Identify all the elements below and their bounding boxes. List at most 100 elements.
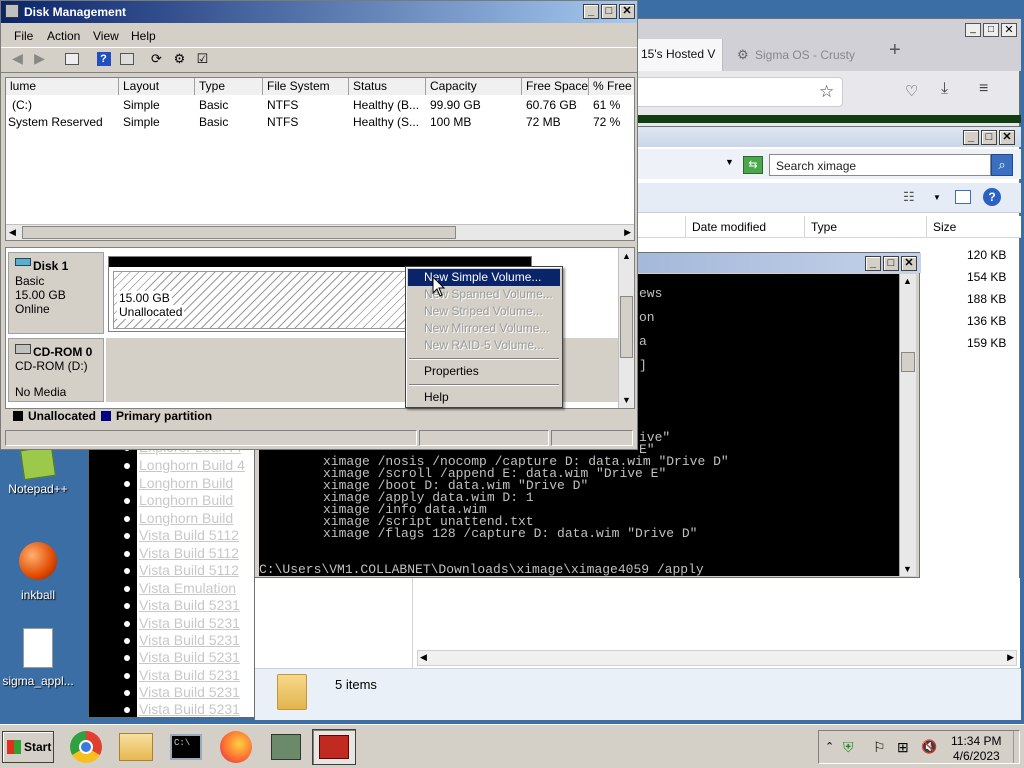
list-item[interactable]: Vista Build 5231 (124, 649, 240, 666)
list-item[interactable]: Vista Emulation (124, 580, 236, 597)
list-item[interactable]: Vista Build 5231 (124, 701, 240, 717)
clock-date[interactable]: 4/6/2023 (953, 749, 1000, 763)
desktop-icon-inkball[interactable]: inkball (0, 542, 78, 602)
scroll-up-icon[interactable]: ▲ (903, 276, 912, 286)
toolbox-taskbar-icon[interactable] (312, 729, 356, 765)
chrome-taskbar-icon[interactable] (64, 729, 108, 765)
column-header-type[interactable]: Type (195, 78, 263, 95)
flag-icon[interactable]: ⚐ (873, 739, 886, 756)
scroll-down-icon[interactable]: ▼ (622, 395, 631, 405)
cmd-taskbar-icon[interactable]: C:\ (164, 729, 208, 765)
menu-new-spanned-volume[interactable]: New Spanned Volume... (408, 286, 560, 303)
column-header-freespace[interactable]: Free Space (522, 78, 589, 95)
explorer-close-button[interactable]: ✕ (999, 130, 1015, 145)
column-header-volume[interactable]: lume (6, 78, 119, 95)
menu-action[interactable]: Action (47, 29, 80, 43)
menu-properties[interactable]: Properties (408, 363, 560, 380)
menu-new-raid5-volume[interactable]: New RAID-5 Volume... (408, 337, 560, 354)
explorer-min-button[interactable]: _ (963, 130, 979, 145)
scroll-left-icon[interactable]: ◀ (420, 652, 427, 663)
menu-help[interactable]: Help (408, 389, 560, 406)
column-header-filesystem[interactable]: File System (263, 78, 349, 95)
network-icon[interactable]: ⊞ (897, 739, 909, 756)
list-item[interactable]: Longhorn Build (124, 475, 233, 492)
download-icon[interactable]: ⤓ (941, 80, 948, 98)
menu-new-mirrored-volume[interactable]: New Mirrored Volume... (408, 320, 560, 337)
search-icon[interactable]: ⌕ (991, 154, 1013, 176)
view-icon[interactable]: ☷ (903, 189, 915, 205)
view-dropdown-icon[interactable]: ▼ (933, 193, 941, 202)
browser-tab-active[interactable]: 15's Hosted V (637, 39, 723, 71)
cmd-min-button[interactable]: _ (865, 256, 881, 271)
cdrom-label[interactable]: CD-ROM 0 CD-ROM (D:) No Media (8, 338, 104, 402)
file-explorer-taskbar-icon[interactable] (114, 729, 158, 765)
column-header-layout[interactable]: Layout (119, 78, 195, 95)
list-item[interactable]: Vista Build 5231 (124, 632, 240, 649)
menu-file[interactable]: File (14, 29, 33, 43)
list-item[interactable]: Vista Build 5112 (124, 562, 239, 579)
refresh-icon[interactable]: ⇆ (743, 156, 763, 174)
help-icon[interactable]: ? (95, 50, 112, 67)
bookmark-star-icon[interactable]: ☆ (819, 82, 834, 102)
dm-max-button[interactable]: □ (601, 4, 617, 19)
explorer-max-button[interactable]: □ (981, 130, 997, 145)
tray-expand-icon[interactable]: ⌃ (825, 740, 834, 753)
scroll-up-icon[interactable]: ▲ (622, 251, 631, 261)
desktop-icon-notepadpp[interactable]: Notepad++ (0, 445, 78, 496)
desktop-icon-sigma-appl[interactable]: sigma_appl... (0, 628, 78, 688)
security-icon[interactable]: ⛨ (843, 739, 854, 756)
cmd-max-button[interactable]: □ (883, 256, 899, 271)
menu-help[interactable]: Help (131, 29, 156, 43)
scroll-down-icon[interactable]: ▼ (903, 564, 912, 574)
column-header-status[interactable]: Status (349, 78, 426, 95)
column-header-date[interactable]: Date modified (685, 216, 805, 238)
help-icon[interactable]: ? (983, 188, 1001, 206)
dm-min-button[interactable]: _ (583, 4, 599, 19)
address-bar[interactable] (637, 77, 843, 107)
search-input[interactable]: Search ximage (769, 154, 991, 176)
volume-muted-icon[interactable]: 🔇 (921, 739, 937, 755)
table-row[interactable]: (C:) Simple Basic NTFS Healthy (B... 99.… (6, 97, 634, 114)
hamburger-menu-icon[interactable]: ≡ (979, 80, 988, 98)
menu-view[interactable]: View (93, 29, 119, 43)
scroll-thumb[interactable] (22, 226, 456, 239)
volume-hscrollbar[interactable]: ◀ ▶ (6, 224, 634, 240)
check-icon[interactable]: ☑ (194, 50, 211, 67)
show-desktop-button[interactable] (1013, 731, 1019, 763)
max-icon[interactable]: □ (983, 23, 999, 37)
start-button[interactable]: Start (2, 731, 54, 763)
horizontal-scrollbar[interactable]: ◀ ▶ (417, 650, 1017, 666)
scroll-thumb[interactable] (620, 296, 633, 358)
close-icon[interactable]: ✕ (1001, 23, 1017, 37)
menu-new-striped-volume[interactable]: New Striped Volume... (408, 303, 560, 320)
column-header-percentfree[interactable]: % Free (589, 78, 634, 95)
scroll-left-icon[interactable]: ◀ (9, 227, 16, 238)
cmd-close-button[interactable]: ✕ (901, 256, 917, 271)
menu-new-simple-volume[interactable]: New Simple Volume... (408, 269, 560, 286)
list-item[interactable]: Longhorn Build 4 (124, 457, 245, 474)
refresh-icon[interactable]: ⟳ (148, 50, 165, 67)
list-item[interactable]: Longhorn Build (124, 510, 233, 527)
dm-close-button[interactable]: ✕ (619, 4, 635, 19)
clock-time[interactable]: 11:34 PM (951, 734, 1001, 748)
properties-icon[interactable] (118, 50, 135, 67)
list-item[interactable]: Vista Build 5231 (124, 667, 240, 684)
forward-icon[interactable]: ▶ (31, 50, 48, 67)
back-icon[interactable]: ◀ (9, 50, 26, 67)
dropdown-arrow-icon[interactable]: ▼ (725, 157, 734, 167)
list-item[interactable]: Vista Build 5231 (124, 597, 240, 614)
settings-icon[interactable]: ⚙ (171, 50, 188, 67)
disk-mgmt-taskbar-icon[interactable] (264, 729, 308, 765)
pocket-icon[interactable]: ♡ (905, 82, 918, 100)
disk-vscrollbar[interactable]: ▲ ▼ (618, 248, 634, 408)
disk1-label[interactable]: Disk 1 Basic 15.00 GB Online (8, 252, 104, 334)
list-item[interactable]: Longhorn Build (124, 492, 233, 509)
column-header-capacity[interactable]: Capacity (426, 78, 522, 95)
scroll-right-icon[interactable]: ▶ (624, 227, 631, 238)
cmd-scrollbar[interactable]: ▲ ▼ (899, 274, 916, 576)
list-item[interactable]: Vista Build 5231 (124, 684, 240, 701)
preview-pane-icon[interactable] (955, 190, 971, 204)
new-tab-button[interactable]: + (889, 39, 901, 62)
column-header-size[interactable]: Size (927, 216, 1007, 238)
firefox-taskbar-icon[interactable] (214, 729, 258, 765)
